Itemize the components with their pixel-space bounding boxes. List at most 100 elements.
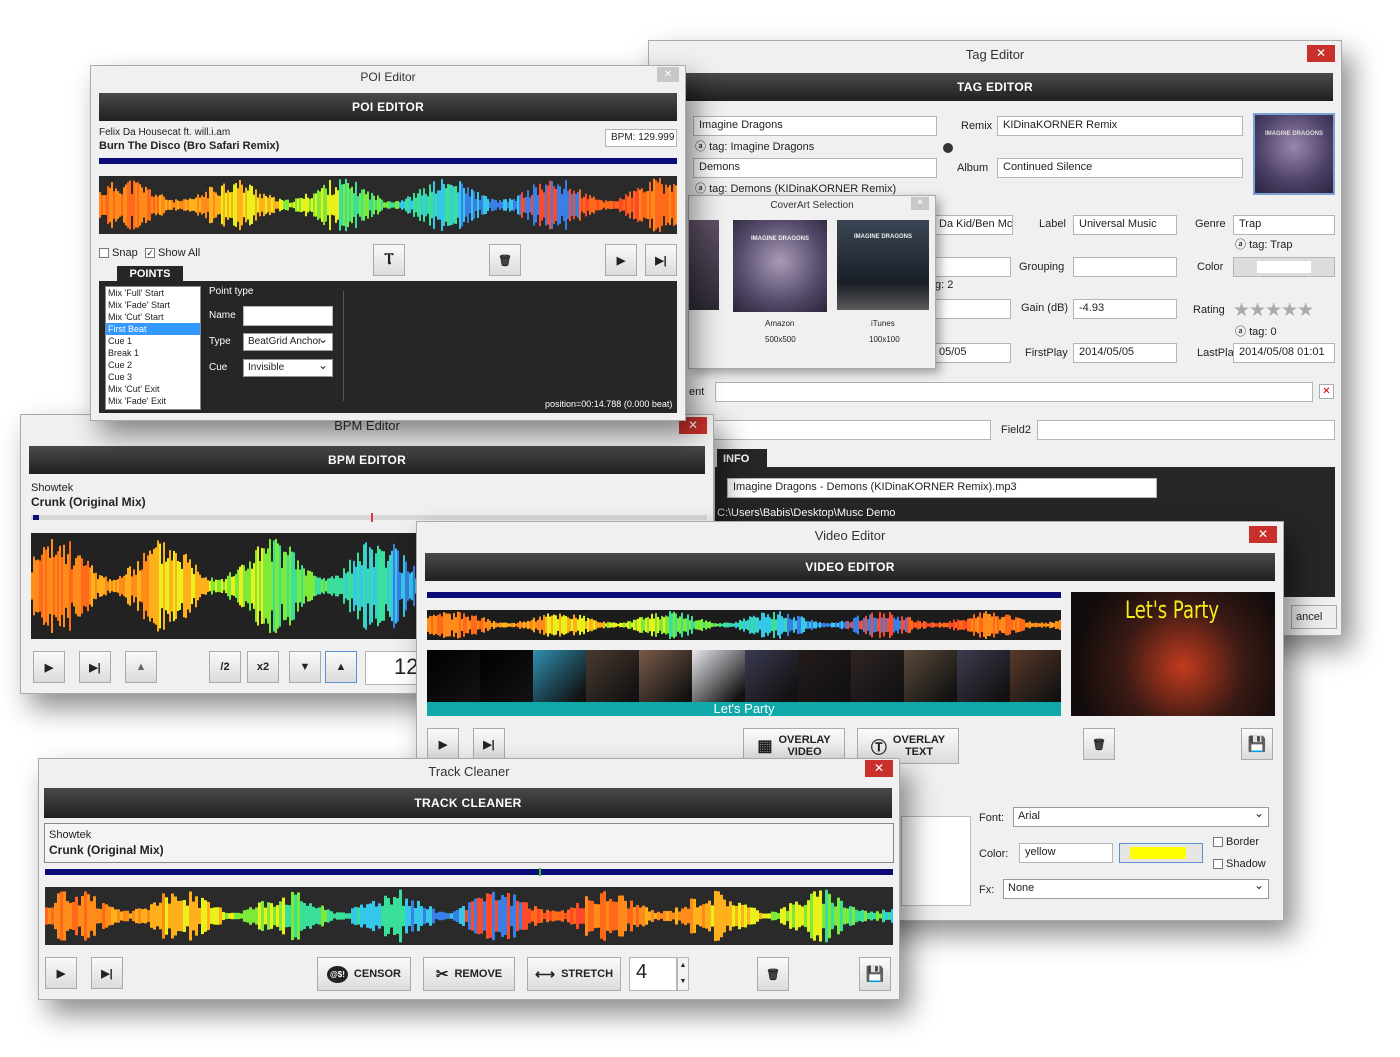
album-field[interactable]: Continued Silence [997, 158, 1243, 178]
waveform-bar [297, 198, 299, 212]
list-item[interactable]: Mix 'Cut' Start [106, 311, 200, 323]
video-waveform[interactable] [427, 610, 1061, 640]
play-button[interactable]: ▶ [45, 957, 77, 989]
field1-input[interactable] [689, 420, 991, 440]
cleaner-waveform[interactable] [45, 887, 893, 945]
album-cover[interactable]: IMAGINE DRAGONS [1253, 113, 1335, 195]
lastplay-field[interactable]: 2014/05/08 01:01 [1233, 343, 1335, 363]
firstplay-field[interactable]: 2014/05/05 [1073, 343, 1177, 363]
waveform-bar [799, 616, 801, 634]
list-item[interactable]: Break 1 [106, 347, 200, 359]
waveform-bar [435, 912, 438, 920]
overlay-text-area[interactable] [901, 816, 971, 906]
save-button[interactable]: 💾 [859, 957, 891, 991]
waveform-bar [737, 622, 739, 628]
field2-input[interactable] [1037, 420, 1335, 440]
position-bar[interactable] [45, 868, 893, 876]
list-item[interactable]: Cue 3 [106, 371, 200, 383]
cancel-button[interactable]: ancel [1291, 605, 1337, 629]
show-all-checkbox[interactable]: ✓ Show All [145, 247, 200, 259]
stretch-value-field[interactable]: 4 [629, 957, 677, 991]
type-select[interactable]: BeatGrid Anchor [243, 332, 333, 351]
gain-field[interactable]: -4.93 [1073, 299, 1177, 319]
color-input[interactable]: yellow [1019, 843, 1113, 863]
border-checkbox[interactable]: Border [1213, 836, 1259, 848]
next-button[interactable]: ▶| [645, 244, 677, 276]
overlay-text-bar[interactable]: Let's Party [427, 702, 1061, 716]
video-thumbnail [851, 650, 904, 702]
list-item[interactable]: Mix 'Fade' Start [106, 299, 200, 311]
waveform-bar [511, 199, 513, 211]
info-tab[interactable]: INFO [717, 449, 767, 469]
play-button[interactable]: ▶ [427, 728, 459, 760]
filename-field[interactable]: Imagine Dragons - Demons (KIDinaKORNER R… [727, 478, 1157, 498]
close-button[interactable]: ✕ [911, 197, 929, 210]
fx-select[interactable]: None [1003, 878, 1269, 899]
next-button[interactable]: ▶| [79, 651, 111, 683]
list-item[interactable]: Mix 'Cut' Exit [106, 383, 200, 395]
comment-field[interactable] [715, 382, 1313, 402]
next-button[interactable]: ▶| [473, 728, 505, 760]
waveform-bar [477, 897, 480, 935]
bpm-down-button[interactable]: ▼ [289, 651, 321, 683]
position-bar[interactable] [99, 158, 677, 164]
double-bpm-button[interactable]: x2 [247, 651, 279, 683]
shadow-checkbox[interactable]: Shadow [1213, 858, 1266, 870]
list-item[interactable]: Mix 'Fade' Exit [106, 395, 200, 407]
waveform-bar [309, 903, 312, 929]
rating-stars[interactable]: ★★★★★ [1233, 299, 1314, 322]
color-field[interactable] [1233, 257, 1335, 277]
waveform-bar [597, 904, 600, 928]
close-button[interactable]: ✕ [1249, 526, 1277, 543]
snap-checkbox[interactable]: Snap [99, 247, 138, 259]
close-button[interactable]: ✕ [657, 67, 679, 82]
date-field[interactable]: 05/05 [933, 343, 1011, 363]
save-button[interactable]: 💾 [1241, 728, 1273, 760]
field-partial-1[interactable] [933, 257, 1011, 277]
next-button[interactable]: ▶| [91, 957, 123, 989]
poi-waveform[interactable] [99, 176, 677, 234]
play-button[interactable]: ▶ [605, 244, 637, 276]
title-field[interactable]: Demons [693, 158, 937, 178]
points-list[interactable]: Mix 'Full' Start Mix 'Fade' Start Mix 'Cut… [105, 286, 201, 410]
list-item[interactable]: Mix 'Full' Start [106, 287, 200, 299]
cover-itunes[interactable]: IMAGINE DRAGONS [837, 220, 929, 310]
add-point-button[interactable]: Ⲧ [373, 244, 405, 276]
waveform-bar [949, 621, 951, 629]
genre-field[interactable]: Trap [1233, 215, 1335, 235]
position-bar[interactable] [31, 513, 707, 522]
position-bar[interactable] [427, 592, 1061, 598]
list-item[interactable]: Cue 1 [106, 335, 200, 347]
cue-select[interactable]: Invisible [243, 358, 333, 377]
cover-partial[interactable] [689, 220, 719, 310]
name-input[interactable] [243, 306, 333, 326]
list-item[interactable]: First Beat [106, 323, 200, 335]
delete-point-button[interactable]: 🗑 [489, 244, 521, 276]
close-button[interactable]: ✕ [865, 760, 893, 777]
half-bpm-button[interactable]: /2 [209, 651, 241, 683]
points-tab[interactable]: POINTS [117, 266, 183, 282]
play-button[interactable]: ▶ [33, 651, 65, 683]
metronome-button[interactable]: ▲ [125, 651, 157, 683]
stretch-spinner[interactable]: ▲ ▼ [677, 957, 689, 991]
list-item[interactable]: Cue 2 [106, 359, 200, 371]
font-select[interactable]: Arial [1013, 806, 1269, 827]
bpm-up-button[interactable]: ▲ [325, 651, 357, 683]
remix-field[interactable]: KIDinaKORNER Remix [997, 116, 1243, 136]
remove-button[interactable]: ✂ REMOVE [423, 957, 515, 991]
close-button[interactable]: ✕ [1307, 45, 1335, 62]
label-field[interactable]: Universal Music [1073, 215, 1177, 235]
cover-amazon[interactable]: IMAGINE DRAGONS [733, 220, 827, 312]
waveform-bar [115, 188, 117, 222]
waveform-bar [113, 191, 115, 219]
censor-button[interactable]: @$! CENSOR [317, 957, 411, 991]
stretch-button[interactable]: ⟷ STRETCH [527, 957, 621, 991]
artist-field[interactable]: Imagine Dragons [693, 116, 937, 136]
delete-button[interactable]: 🗑 [757, 957, 789, 991]
delete-button[interactable]: 🗑 [1083, 728, 1115, 760]
color-picker[interactable] [1119, 843, 1203, 863]
composer-field[interactable]: Da Kid/Ben Mck [933, 215, 1013, 235]
grouping-field[interactable] [1073, 257, 1177, 277]
clear-comment-icon[interactable]: ✕ [1319, 384, 1334, 399]
field-partial-2[interactable] [933, 299, 1011, 319]
